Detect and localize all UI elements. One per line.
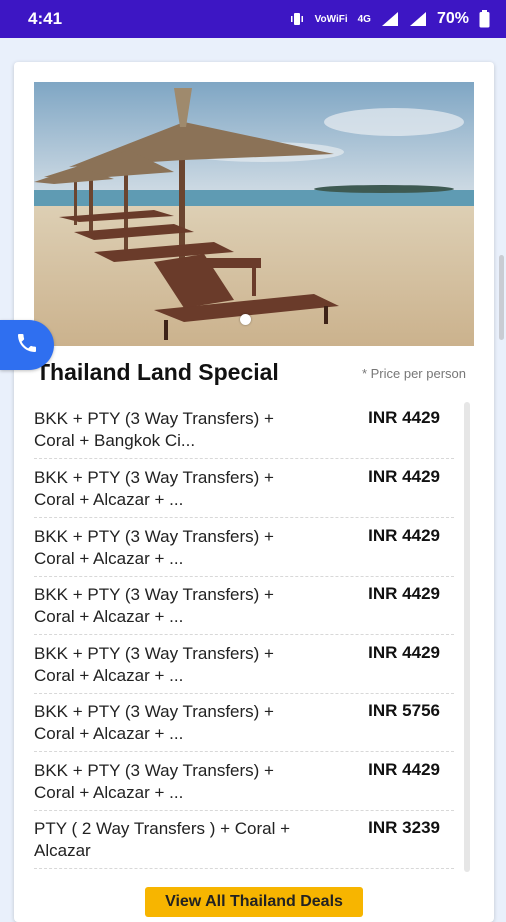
vowifi-indicator: VoWiFi <box>314 13 348 25</box>
status-time: 4:41 <box>28 9 63 28</box>
deal-description: BKK + PTY (3 Way Transfers) + Coral + Al… <box>34 585 274 626</box>
package-title: Thailand Land Special <box>36 359 279 385</box>
deal-row[interactable]: BKK + PTY (3 Way Transfers) + Coral + Al… <box>34 635 454 694</box>
deals-scrollbar[interactable] <box>464 402 470 872</box>
status-bar: 4:41 VoWiFi 4G 70% <box>0 0 506 38</box>
deal-row[interactable]: BKK + PTY (3 Way Transfers) + Coral + Ba… <box>34 400 454 459</box>
battery-percent: 70% <box>436 10 469 27</box>
price-per-person-note: * Price per person <box>361 366 466 381</box>
deal-row[interactable]: PTY ( 2 Way Transfers ) + Coral + Alcaza… <box>34 810 454 869</box>
deals-list: BKK + PTY (3 Way Transfers) + Coral + Ba… <box>34 400 454 880</box>
view-all-deals-button[interactable]: View All Thailand Deals <box>145 887 363 917</box>
deal-price: INR 4429 <box>368 408 440 427</box>
deal-price: INR 4429 <box>368 467 440 486</box>
deal-description: BKK + PTY (3 Way Transfers) + Coral + Ba… <box>34 409 274 450</box>
carousel-dot[interactable] <box>240 314 251 325</box>
deal-row[interactable]: BKK + PTY (3 Way Transfers) + Coral + Al… <box>34 693 454 752</box>
signal-icon <box>409 11 427 27</box>
battery-icon <box>479 10 490 28</box>
signal-icon <box>381 11 399 27</box>
deal-price: INR 4429 <box>368 584 440 603</box>
deal-row[interactable]: BKK + PTY (3 Way Transfers) + Coral + Al… <box>34 576 454 635</box>
package-card: Thailand Land Special * Price per person… <box>14 62 494 922</box>
deal-price: INR 4429 <box>368 643 440 662</box>
package-header: Thailand Land Special * Price per person <box>36 359 466 393</box>
page-scrollbar[interactable] <box>499 255 504 340</box>
deal-description: BKK + PTY (3 Way Transfers) + Coral + Al… <box>34 468 274 509</box>
deal-description: BKK + PTY (3 Way Transfers) + Coral + Al… <box>34 761 274 802</box>
beach-photo-carousel[interactable] <box>34 82 474 346</box>
deal-price: INR 4429 <box>368 526 440 545</box>
deal-row[interactable]: BKK + PTY (3 Way Transfers) + Coral + Al… <box>34 518 454 577</box>
deal-price: INR 5756 <box>368 701 440 720</box>
deal-description: PTY ( 2 Way Transfers ) + Coral + Alcaza… <box>34 819 291 860</box>
deal-description: BKK + PTY (3 Way Transfers) + Coral + Al… <box>34 702 274 743</box>
phone-icon <box>15 331 39 360</box>
status-icons: VoWiFi 4G 70% <box>289 10 490 28</box>
deal-description: BKK + PTY (3 Way Transfers) + Coral + Al… <box>34 644 274 685</box>
deal-description: BKK + PTY (3 Way Transfers) + Coral + Al… <box>34 527 274 568</box>
call-button[interactable] <box>0 320 54 370</box>
beach-photo <box>34 82 474 346</box>
deal-row[interactable]: BKK + PTY (3 Way Transfers) + Coral + Al… <box>34 459 454 518</box>
deal-price: INR 3239 <box>368 818 440 837</box>
network-type: 4G <box>357 13 371 25</box>
deal-price: INR 4429 <box>368 760 440 779</box>
deal-row[interactable]: BKK + PTY (3 Way Transfers) + Coral + Al… <box>34 752 454 811</box>
vibrate-icon <box>289 11 305 27</box>
